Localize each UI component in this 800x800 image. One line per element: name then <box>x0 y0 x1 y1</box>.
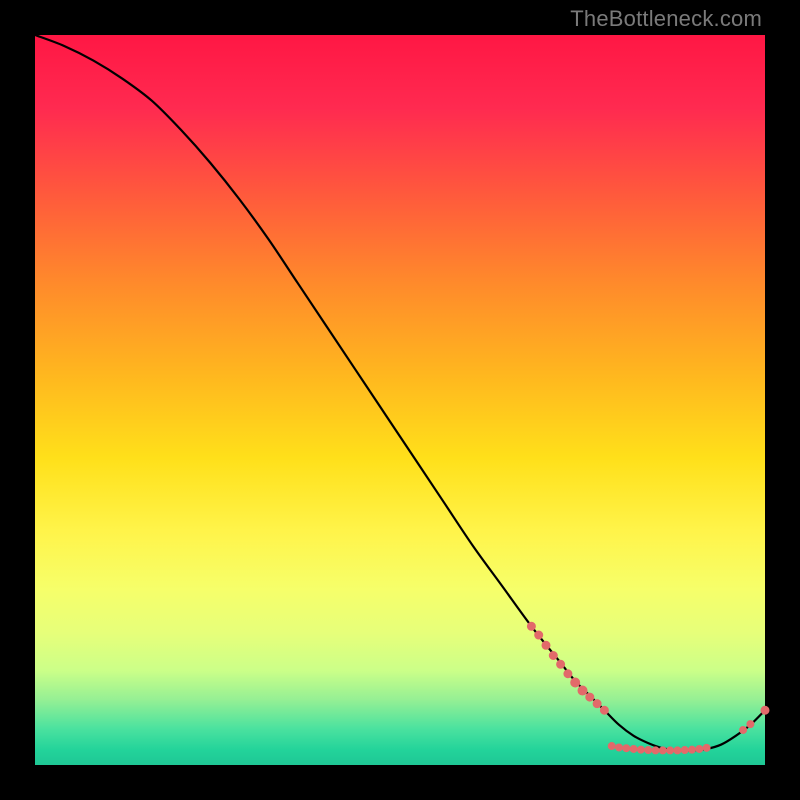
data-point <box>630 745 637 752</box>
data-point <box>761 706 769 714</box>
data-point <box>674 747 681 754</box>
data-point <box>740 726 747 733</box>
data-point <box>616 744 623 751</box>
marker-group <box>527 622 769 754</box>
data-point <box>637 746 644 753</box>
data-point <box>659 747 666 754</box>
data-point <box>703 744 710 751</box>
data-point <box>608 743 615 750</box>
data-point <box>549 652 557 660</box>
bottleneck-curve <box>35 35 765 751</box>
data-point <box>600 706 608 714</box>
data-point <box>696 745 703 752</box>
data-point <box>542 641 550 649</box>
data-point <box>689 746 696 753</box>
data-point <box>586 693 594 701</box>
data-point <box>681 747 688 754</box>
data-point <box>578 686 587 695</box>
data-point <box>557 660 565 668</box>
chart-svg <box>35 35 765 765</box>
data-point <box>645 747 652 754</box>
data-point <box>623 745 630 752</box>
data-point <box>667 747 674 754</box>
data-point <box>527 622 535 630</box>
data-point <box>564 670 572 678</box>
data-point <box>652 747 659 754</box>
data-point <box>593 700 601 708</box>
attribution-label: TheBottleneck.com <box>570 6 762 32</box>
data-point <box>747 721 754 728</box>
data-point <box>571 678 580 687</box>
data-point <box>535 631 543 639</box>
